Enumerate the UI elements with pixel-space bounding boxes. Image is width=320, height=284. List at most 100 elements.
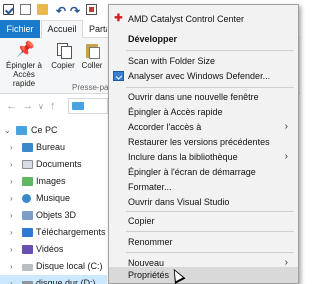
forward-arrow-icon[interactable]: → [22, 100, 33, 112]
menu-item-label: Épingler à Accès rapide [128, 107, 223, 117]
tab-home[interactable]: Accueil [41, 20, 83, 39]
chevron-right-icon[interactable]: › [10, 207, 13, 224]
new-folder-icon[interactable] [37, 4, 48, 15]
tree-item-label: Documents [36, 159, 82, 169]
images-icon [22, 177, 33, 186]
tree-item-videos[interactable]: › Vidéos [0, 241, 110, 258]
tree-item-3d-objects[interactable]: › Objets 3D [0, 207, 110, 224]
menu-item-label: Propriétés [128, 270, 170, 280]
checkbox-icon[interactable] [3, 4, 14, 15]
computer-icon [16, 126, 27, 135]
copy-button[interactable]: Copier [50, 42, 76, 70]
chevron-right-icon[interactable]: › [10, 275, 13, 284]
menu-item-grant-access[interactable]: Accorder l'accès à › [109, 119, 298, 135]
menu-item-copy[interactable]: Copier [109, 213, 298, 229]
redo-icon[interactable]: ↷ [70, 4, 81, 18]
menu-item-label: Copier [128, 216, 155, 226]
menu-separator [126, 231, 294, 232]
context-menu: ✚ AMD Catalyst Control Center Développer… [108, 4, 299, 284]
menu-item-label: AMD Catalyst Control Center [128, 14, 245, 24]
tree-item-this-pc[interactable]: ⌄ Ce PC [0, 122, 110, 139]
back-arrow-icon[interactable]: ← [6, 100, 17, 112]
menu-item-label: Épingler à l'écran de démarrage [128, 167, 256, 177]
tree-item-label: disque dur (D:) [36, 278, 96, 284]
menu-item-label: Analyser avec Windows Defender... [128, 71, 271, 81]
menu-item-pin-start[interactable]: Épingler à l'écran de démarrage [109, 164, 298, 180]
paste-button[interactable]: Coller [78, 42, 106, 70]
menu-item-open-new-window[interactable]: Ouvrir dans une nouvelle fenêtre [109, 89, 298, 105]
tab-share[interactable]: Partage [89, 20, 107, 38]
menu-item-label: Accorder l'accès à [128, 122, 202, 132]
3d-objects-icon [22, 211, 33, 220]
menu-separator [126, 87, 294, 88]
amd-logo-icon: ✚ [114, 13, 123, 24]
tree-item-label: Ce PC [31, 125, 58, 135]
menu-item-include-library[interactable]: Inclure dans la bibliothèque › [109, 149, 298, 165]
videos-icon [22, 245, 33, 254]
chevron-down-icon[interactable]: ⌄ [4, 122, 11, 139]
tree-item-label: Musique [36, 193, 71, 203]
music-icon [22, 194, 31, 203]
navigation-pane: ⌄ Ce PC › Bureau › Documents › Images › … [0, 122, 110, 284]
menu-item-label: Renommer [128, 237, 173, 247]
clipboard-icon [84, 42, 100, 59]
menu-item-label: Formater... [128, 182, 172, 192]
chevron-right-icon[interactable]: › [10, 258, 13, 275]
copy-label: Copier [51, 61, 75, 70]
menu-item-scan-folder-size[interactable]: Scan with Folder Size [109, 53, 298, 69]
tree-item-hard-disk-d[interactable]: › disque dur (D:) [0, 275, 107, 284]
menu-item-open-visual-studio[interactable]: Ouvrir dans Visual Studio [109, 194, 298, 210]
tree-item-label: Disque local (C:) [36, 261, 103, 271]
menu-item-label: Ouvrir dans Visual Studio [128, 197, 230, 207]
tree-item-desktop[interactable]: › Bureau [0, 139, 110, 156]
menu-item-amd-catalyst[interactable]: ✚ AMD Catalyst Control Center [109, 11, 298, 27]
chevron-right-icon: › [284, 121, 288, 132]
documents-icon [22, 160, 33, 169]
menu-separator [126, 211, 294, 212]
pin-quick-access-label: Épingler à Accès rapide [5, 61, 43, 88]
tree-item-label: Bureau [36, 142, 66, 152]
menu-item-pin-quick-access[interactable]: Épingler à Accès rapide [109, 104, 298, 120]
chevron-right-icon[interactable]: › [10, 224, 13, 241]
menu-item-label: Ouvrir dans une nouvelle fenêtre [128, 92, 259, 102]
windows-defender-icon [113, 71, 124, 81]
menu-item-restore-versions[interactable]: Restaurer les versions précédentes [109, 134, 298, 150]
menu-item-expand[interactable]: Développer [109, 31, 298, 47]
properties-icon[interactable] [86, 4, 97, 15]
tree-item-images[interactable]: › Images [0, 173, 110, 190]
tree-item-label: Vidéos [36, 244, 64, 254]
chevron-right-icon[interactable]: › [10, 139, 13, 156]
chevron-right-icon: › [284, 151, 288, 162]
menu-separator [126, 252, 294, 253]
address-input[interactable] [68, 98, 108, 114]
tree-item-label: Téléchargements [36, 227, 106, 237]
copy-icon [55, 42, 72, 59]
menu-item-format[interactable]: Formater... [109, 179, 298, 195]
pin-quick-access-button[interactable]: 📌 Épingler à Accès rapide [2, 42, 46, 89]
tree-item-music[interactable]: › Musique [0, 190, 110, 207]
chevron-down-icon[interactable]: ∨ [38, 102, 44, 111]
chevron-right-icon[interactable]: › [10, 190, 13, 207]
menu-separator [126, 50, 294, 51]
tab-file[interactable]: Fichier [0, 20, 40, 38]
undo-icon[interactable]: ↶ [56, 4, 67, 18]
chevron-right-icon[interactable]: › [10, 156, 13, 173]
menu-item-label: Développer [128, 34, 178, 44]
tree-item-documents[interactable]: › Documents [0, 156, 110, 173]
new-document-icon[interactable] [20, 4, 31, 15]
computer-icon [72, 102, 84, 110]
chevron-right-icon[interactable]: › [10, 241, 13, 258]
menu-item-rename[interactable]: Renommer [109, 234, 298, 250]
up-arrow-icon[interactable]: ↑ [50, 100, 56, 112]
paste-label: Coller [81, 61, 103, 70]
desktop-icon [22, 143, 33, 152]
menu-item-properties[interactable]: Propriétés [109, 267, 298, 283]
menu-item-label: Scan with Folder Size [128, 56, 216, 66]
chevron-right-icon[interactable]: › [10, 173, 13, 190]
menu-item-label: Restaurer les versions précédentes [128, 137, 270, 147]
menu-item-label: Inclure dans la bibliothèque [128, 152, 238, 162]
downloads-icon [22, 228, 33, 237]
tree-item-local-disk-c[interactable]: › Disque local (C:) [0, 258, 110, 275]
menu-item-windows-defender[interactable]: Analyser avec Windows Defender... [109, 68, 298, 84]
tree-item-downloads[interactable]: › Téléchargements [0, 224, 110, 241]
